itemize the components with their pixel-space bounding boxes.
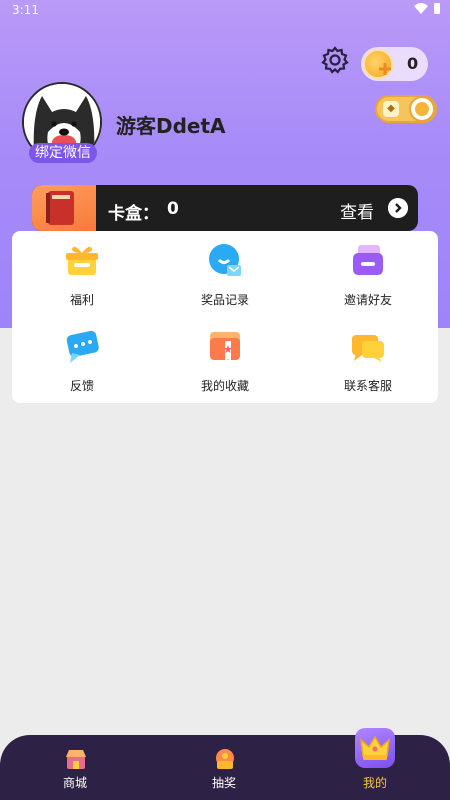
menu-item-label: 联系客服 — [343, 379, 392, 393]
menu-item-label: 奖品记录 — [200, 293, 249, 307]
card-box-book-icon — [46, 191, 74, 225]
customer-service-icon — [352, 335, 384, 362]
coin-balance-pill[interactable]: 0 — [361, 47, 428, 81]
chevron-right-icon[interactable] — [388, 198, 408, 218]
nav-item-shop[interactable]: 商城 — [15, 735, 135, 800]
nav-item-label: 抽奖 — [211, 776, 236, 790]
record-icon — [209, 244, 241, 276]
feedback-icon — [66, 330, 99, 363]
plus-icon — [379, 63, 391, 75]
menu-item-my-favorites[interactable]: 我的收藏 — [155, 317, 295, 397]
nav-item-lottery[interactable]: 抽奖 — [164, 735, 284, 800]
status-bar: 3:11 — [0, 0, 450, 22]
reward-pill[interactable]: ◆ — [375, 95, 437, 123]
lottery-icon — [216, 749, 234, 769]
menu-item-label: 反馈 — [69, 379, 94, 393]
menu-item-welfare[interactable]: 福利 — [12, 231, 152, 311]
card-box-label: 卡盒： — [108, 204, 159, 224]
nav-item-label: 商城 — [62, 776, 87, 790]
menu-item-invite-friends[interactable]: 邀请好友 — [298, 231, 438, 311]
settings-gear-icon[interactable] — [320, 45, 350, 75]
favorites-icon — [210, 332, 240, 362]
battery-icon — [434, 3, 440, 14]
menu-item-label: 邀请好友 — [343, 293, 392, 307]
menu-item-customer-service[interactable]: 联系客服 — [298, 317, 438, 397]
wifi-icon — [414, 3, 428, 14]
gift-icon — [66, 246, 98, 275]
card-box-count: 0 — [167, 199, 179, 219]
coin-count: 0 — [407, 54, 419, 73]
card-box-icon-area — [32, 185, 96, 231]
status-time: 3:11 — [12, 3, 39, 17]
username: 游客DdetA — [116, 114, 226, 138]
menu-item-label: 福利 — [69, 293, 94, 307]
menu-item-feedback[interactable]: 反馈 — [12, 317, 152, 397]
invite-icon — [353, 245, 383, 275]
shop-icon — [66, 750, 86, 769]
card-box-view-link[interactable]: 查看 — [340, 198, 374, 223]
nav-active-crown-bubble[interactable] — [355, 728, 395, 768]
nav-item-label-active: 我的 — [362, 776, 387, 790]
menu-item-prize-records[interactable]: 奖品记录 — [155, 231, 295, 311]
coin-music-icon — [409, 96, 435, 122]
menu-item-label: 我的收藏 — [200, 379, 249, 393]
menu-card: 福利 奖品记录 邀请好友 反馈 我的收藏 联系客服 — [12, 231, 438, 403]
bind-wechat-button[interactable]: 绑定微信 — [29, 143, 97, 163]
crown-icon — [360, 735, 390, 760]
ticket-icon: ◆ — [383, 101, 399, 117]
status-icons — [414, 3, 440, 14]
